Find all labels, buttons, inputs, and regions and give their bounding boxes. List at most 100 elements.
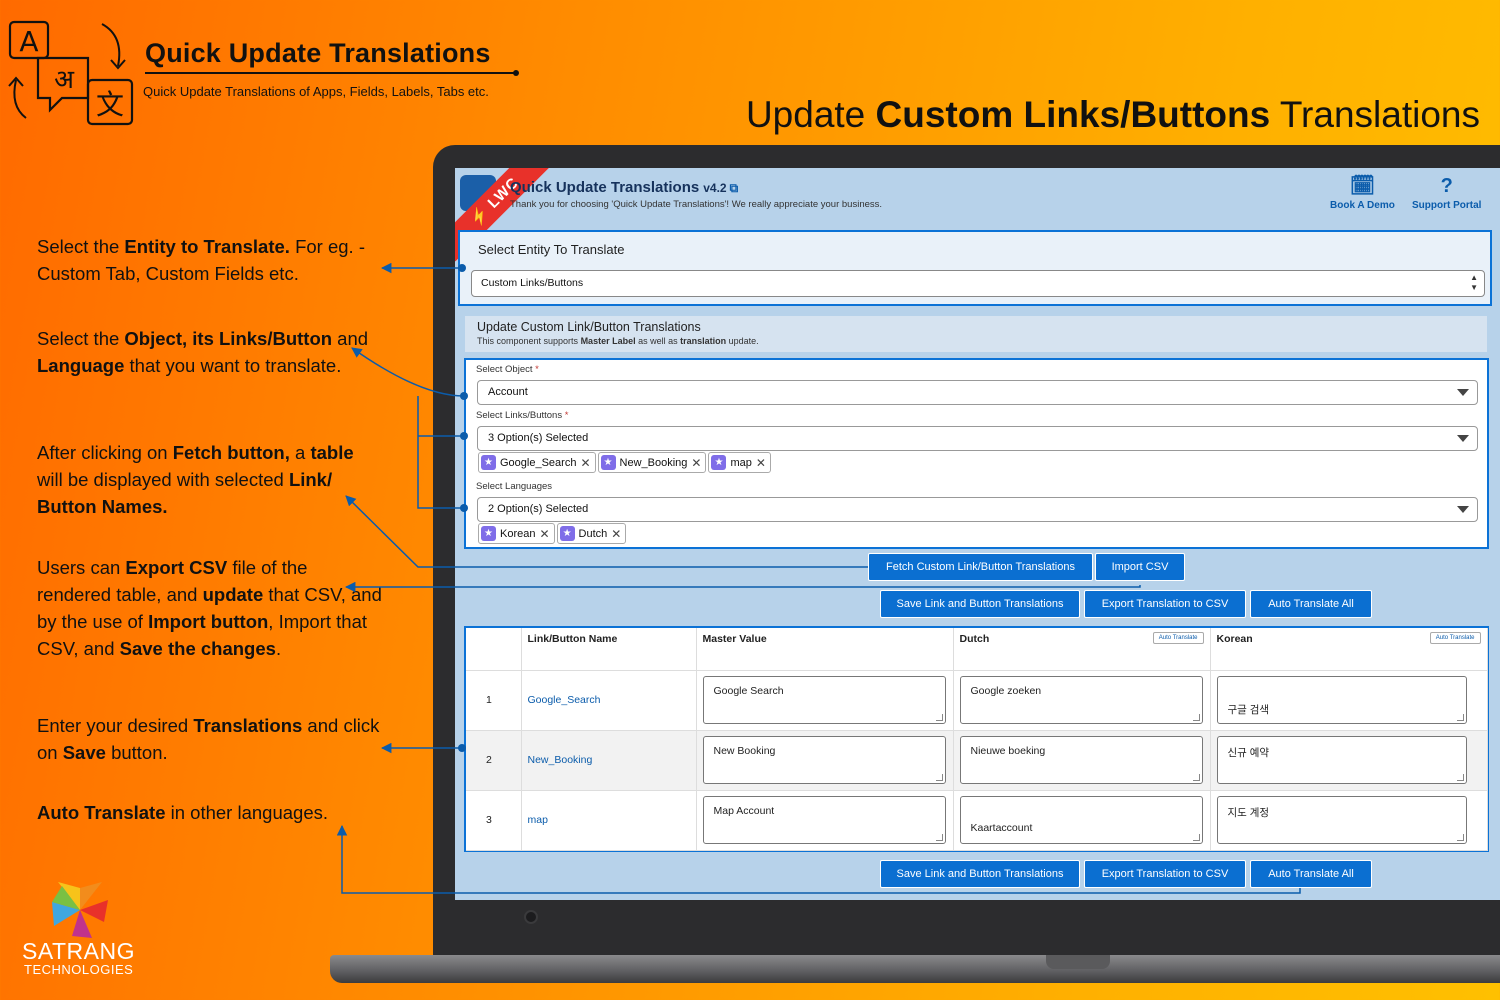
dutch-textarea[interactable]: Nieuwe boeking [959, 736, 1203, 784]
dutch-cell: Google zoeken [953, 670, 1211, 731]
korean-textarea[interactable]: 지도 계정 [1216, 796, 1467, 844]
row-name-link[interactable]: map [528, 814, 548, 826]
header-index [466, 628, 522, 671]
laptop-base [330, 955, 1500, 983]
row-number: 2 [466, 730, 522, 791]
link-pill[interactable]: ★ Google_Search ✕ [478, 452, 596, 473]
desc-segment: a [289, 442, 311, 463]
desc-segment: button. [105, 742, 168, 763]
desc-segment: in other languages. [165, 802, 329, 823]
desc-segment: will be displayed with selected [37, 469, 289, 490]
link-pill[interactable]: ★ New_Booking ✕ [597, 452, 707, 473]
row-number: 3 [466, 790, 522, 851]
auto-translate-all-button-top[interactable]: Auto Translate All [1250, 590, 1372, 618]
close-icon[interactable]: ✕ [756, 456, 766, 470]
desc-segment: table [310, 442, 354, 463]
row-name: New_Booking [521, 730, 697, 791]
language-pills: ★ Korean ✕ ★ Dutch ✕ [478, 523, 627, 545]
close-icon[interactable]: ✕ [539, 527, 549, 541]
dutch-cell: Kaartaccount [953, 790, 1211, 851]
entity-title: Select Entity To Translate [478, 242, 625, 257]
star-icon: ★ [711, 455, 727, 470]
hero-bold: Custom Links/Buttons [875, 94, 1271, 135]
desc-segment: Fetch button, [172, 442, 290, 463]
auto-translate-dutch-button[interactable]: Auto Translate [1152, 632, 1204, 644]
links-select[interactable]: 3 Option(s) Selected [477, 426, 1478, 451]
hero-title: Update Custom Links/Buttons Translations [746, 94, 1480, 136]
desc-segment: update [202, 584, 264, 605]
star-icon: ★ [600, 455, 616, 470]
translations-table-card: Link/Button Name Master Value Dutch Auto … [464, 626, 1489, 852]
support-portal-button[interactable]: ? Support Portal [1412, 174, 1481, 211]
hero-suffix: Translations [1279, 94, 1480, 135]
question-icon: ? [1440, 175, 1453, 197]
row-name: map [521, 790, 697, 851]
brand-divider [145, 70, 519, 76]
update-section-header: Update Custom Link/Button Translations T… [465, 316, 1487, 352]
auto-translate-all-button-bottom[interactable]: Auto Translate All [1250, 860, 1372, 888]
korean-cell: 지도 계정 [1210, 790, 1488, 851]
chevron-down-icon [1457, 506, 1469, 513]
import-csv-button[interactable]: Import CSV [1095, 553, 1185, 581]
calendar-icon: 🗓 [1349, 175, 1376, 197]
star-icon: ★ [481, 526, 496, 541]
external-link-icon[interactable]: ⧉ [730, 181, 739, 195]
app-thanks: Thank you for choosing 'Quick Update Tra… [510, 199, 883, 210]
desc-object: Select the Object, its Links/Button and … [37, 325, 382, 379]
row-name: Google_Search [521, 670, 697, 731]
desc-segment: Enter your desired [37, 715, 194, 736]
desc-segment: and [332, 328, 369, 349]
link-pill[interactable]: ★ map ✕ [708, 452, 771, 473]
object-label: Select Object * [476, 364, 539, 375]
dutch-textarea[interactable]: Google zoeken [959, 676, 1203, 724]
table-row: 3 map Map Account Kaartaccount 지도 계정 [466, 790, 1488, 851]
object-select[interactable]: Account [477, 380, 1478, 405]
brand-subtitle: Quick Update Translations of Apps, Field… [143, 84, 489, 99]
master-textarea[interactable]: Google Search [702, 676, 946, 724]
export-csv-button-top[interactable]: Export Translation to CSV [1084, 590, 1246, 618]
company-name: SATRANG [22, 938, 135, 964]
export-csv-button-bottom[interactable]: Export Translation to CSV [1084, 860, 1246, 888]
desc-segment: . [275, 638, 282, 659]
dutch-cell: Nieuwe boeking [953, 730, 1211, 791]
row-name-link[interactable]: Google_Search [528, 694, 601, 706]
desc-export: Users can Export CSV file of the rendere… [37, 554, 382, 662]
book-demo-button[interactable]: 🗓 Book A Demo [1330, 174, 1395, 211]
close-icon[interactable]: ✕ [691, 456, 701, 470]
language-pill[interactable]: ★ Dutch ✕ [556, 523, 627, 544]
header-name: Link/Button Name [521, 628, 697, 671]
translate-logo-icon: A अ 文 [8, 20, 134, 126]
dutch-textarea[interactable]: Kaartaccount [959, 796, 1203, 844]
update-title: Update Custom Link/Button Translations [477, 320, 701, 334]
close-icon[interactable]: ✕ [611, 527, 621, 541]
pill-label: map [730, 456, 752, 469]
desc-segment: Object, its Links/Button [124, 328, 333, 349]
entity-select[interactable]: Custom Links/Buttons ▲ ▼ [471, 270, 1485, 297]
header-dutch: Dutch Auto Translate [953, 628, 1211, 671]
korean-textarea[interactable]: 신규 예약 [1216, 736, 1467, 784]
table-row: 2 New_Booking New Booking Nieuwe boeking… [466, 730, 1488, 791]
auto-translate-korean-button[interactable]: Auto Translate [1429, 632, 1481, 644]
korean-textarea[interactable]: 구글 검색 [1216, 676, 1467, 724]
spinner-arrows-icon: ▲ ▼ [1470, 273, 1478, 292]
app-header: ⚡ LWC Quick Update Translations v4.2 ⧉ Tha… [455, 168, 1500, 262]
pill-label: Dutch [578, 527, 608, 540]
selection-form: Select Object * Account Select Links/But… [464, 358, 1489, 549]
close-icon[interactable]: ✕ [580, 456, 590, 470]
master-textarea[interactable]: New Booking [702, 736, 946, 784]
laptop-notch [1046, 955, 1110, 969]
desc-segment: Select the [37, 236, 125, 257]
desc-segment: After clicking on [37, 442, 173, 463]
row-number: 1 [466, 670, 522, 731]
pill-label: New_Booking [619, 456, 688, 469]
save-button-bottom[interactable]: Save Link and Button Translations [880, 860, 1080, 888]
language-pill[interactable]: ★ Korean ✕ [478, 523, 555, 544]
svg-text:A: A [19, 25, 38, 58]
desc-segment: that you want to translate. [124, 355, 342, 376]
svg-text:अ: अ [54, 65, 75, 95]
save-button-top[interactable]: Save Link and Button Translations [880, 590, 1080, 618]
master-textarea[interactable]: Map Account [702, 796, 946, 844]
row-name-link[interactable]: New_Booking [528, 754, 593, 766]
fetch-button[interactable]: Fetch Custom Link/Button Translations [868, 553, 1093, 581]
languages-select[interactable]: 2 Option(s) Selected [477, 497, 1478, 522]
